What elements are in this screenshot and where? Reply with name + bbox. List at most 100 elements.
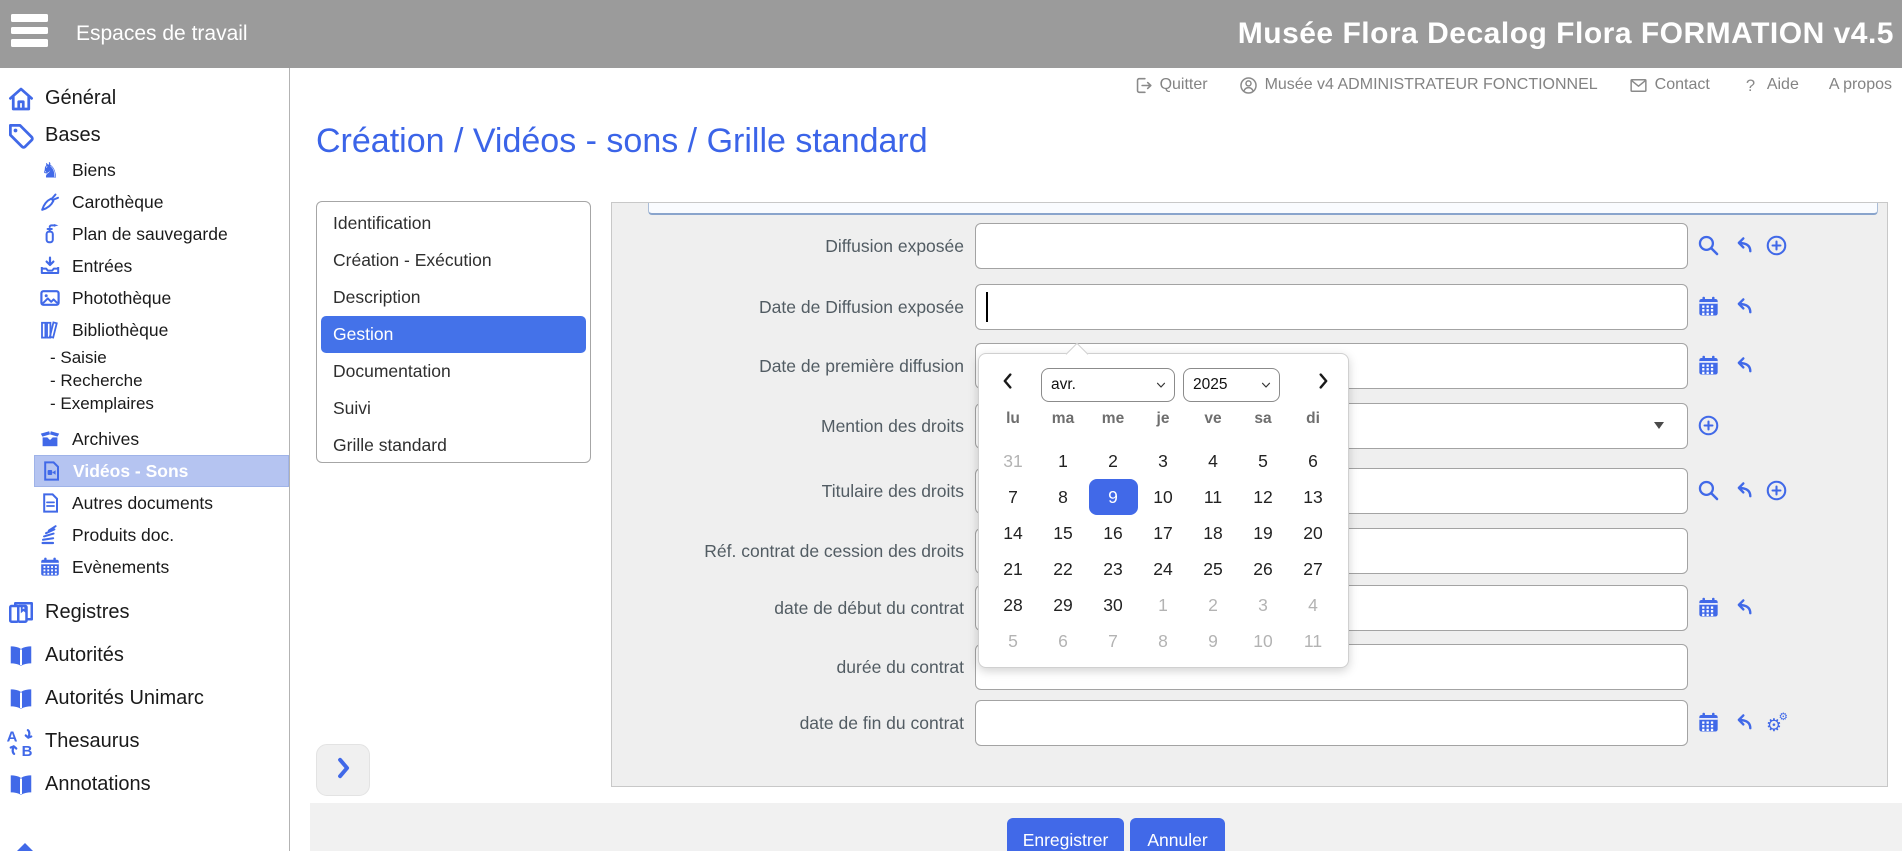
sidebar-item-recherche[interactable]: - Recherche — [50, 369, 289, 392]
day-cell[interactable]: 17 — [1138, 515, 1188, 551]
day-cell[interactable]: 8 — [1138, 623, 1188, 659]
day-cell[interactable]: 1 — [1038, 443, 1088, 479]
year-select[interactable]: 2025 — [1183, 368, 1280, 402]
day-cell[interactable]: 13 — [1288, 479, 1338, 515]
tab-description[interactable]: Description — [317, 279, 590, 316]
tab-suivi[interactable]: Suivi — [317, 390, 590, 427]
day-cell[interactable]: 6 — [1038, 623, 1088, 659]
day-cell[interactable]: 20 — [1288, 515, 1338, 551]
day-cell[interactable]: 2 — [1188, 587, 1238, 623]
undo-icon[interactable] — [1730, 233, 1755, 258]
sidebar-item-autorites-unimarc[interactable]: Autorités Unimarc — [6, 677, 289, 720]
day-cell[interactable]: 11 — [1188, 479, 1238, 515]
tab-documentation[interactable]: Documentation — [317, 353, 590, 390]
sidebar-item-exemplaires[interactable]: - Exemplaires — [50, 392, 289, 415]
sidebar-item-plan-de-sauvegarde[interactable]: Plan de sauvegarde — [34, 218, 289, 250]
month-select[interactable]: avr. — [1041, 368, 1175, 402]
dropdown-caret-icon[interactable] — [1654, 422, 1664, 429]
sidebar-item-entrees[interactable]: Entrées — [34, 250, 289, 282]
selected-day-cell[interactable]: 9 — [1089, 479, 1138, 515]
sidebar-item-thesaurus[interactable]: ABThesaurus — [6, 720, 289, 763]
sidebar-item-saisie[interactable]: - Saisie — [50, 346, 289, 369]
sidebar-item-videos-sons[interactable]: Vidéos - Sons — [34, 455, 289, 487]
previous-month-button[interactable] — [997, 370, 1019, 397]
tab-creation-execution[interactable]: Création - Exécution — [317, 242, 590, 279]
day-cell[interactable]: 16 — [1088, 515, 1138, 551]
hamburger-menu-icon[interactable] — [11, 14, 49, 48]
day-cell[interactable]: 5 — [988, 623, 1038, 659]
sidebar-item-carotheque[interactable]: Carothèque — [34, 186, 289, 218]
workspace-label[interactable]: Espaces de travail — [76, 0, 248, 68]
day-cell[interactable]: 11 — [1288, 623, 1338, 659]
plus-circle-icon[interactable] — [1764, 233, 1789, 258]
date-de-fin-du-contrat-input[interactable] — [975, 700, 1688, 746]
day-cell[interactable]: 18 — [1188, 515, 1238, 551]
day-cell[interactable]: 7 — [1088, 623, 1138, 659]
sidebar-item-archives[interactable]: Archives — [34, 423, 289, 455]
calendar-icon[interactable] — [1696, 353, 1721, 378]
day-cell[interactable]: 5 — [1238, 443, 1288, 479]
day-cell[interactable]: 25 — [1188, 551, 1238, 587]
sidebar-item-general[interactable]: Général — [6, 80, 289, 117]
contact-link[interactable]: Contact — [1628, 75, 1710, 96]
cancel-button[interactable]: Annuler — [1130, 818, 1225, 851]
day-cell[interactable]: 29 — [1038, 587, 1088, 623]
calendar-icon[interactable] — [1696, 710, 1721, 735]
day-cell[interactable]: 10 — [1238, 623, 1288, 659]
undo-icon[interactable] — [1730, 595, 1755, 620]
day-cell[interactable]: 21 — [988, 551, 1038, 587]
day-cell[interactable]: 31 — [988, 443, 1038, 479]
day-cell[interactable]: 1 — [1138, 587, 1188, 623]
undo-icon[interactable] — [1730, 710, 1755, 735]
plus-circle-icon[interactable] — [1696, 413, 1721, 438]
sidebar-item-bases[interactable]: Bases — [6, 117, 289, 154]
undo-icon[interactable] — [1730, 478, 1755, 503]
tab-gestion[interactable]: Gestion — [321, 316, 586, 353]
sidebar-item-autorites[interactable]: Autorités — [6, 634, 289, 677]
aide-link[interactable]: ? Aide — [1740, 75, 1799, 96]
day-cell[interactable]: 19 — [1238, 515, 1288, 551]
tab-identification[interactable]: Identification — [317, 205, 590, 242]
day-cell[interactable]: 14 — [988, 515, 1038, 551]
day-cell[interactable]: 4 — [1188, 443, 1238, 479]
user-menu[interactable]: Musée v4 ADMINISTRATEUR FONCTIONNEL — [1238, 75, 1598, 96]
day-cell[interactable]: 6 — [1288, 443, 1338, 479]
day-cell[interactable]: 10 — [1138, 479, 1188, 515]
day-cell[interactable]: 7 — [988, 479, 1038, 515]
day-cell[interactable]: 12 — [1238, 479, 1288, 515]
a-propos-link[interactable]: A propos — [1829, 76, 1892, 94]
day-cell[interactable]: 22 — [1038, 551, 1088, 587]
next-month-button[interactable] — [1312, 370, 1334, 397]
collapse-panel-button[interactable] — [316, 744, 370, 796]
day-cell[interactable]: 15 — [1038, 515, 1088, 551]
date-de-diffusion-exposee-input[interactable] — [975, 284, 1688, 330]
save-button[interactable]: Enregistrer — [1007, 818, 1124, 851]
gears-icon[interactable]: ⚙⚙ — [1764, 710, 1789, 735]
day-cell[interactable]: 2 — [1088, 443, 1138, 479]
sidebar-item-registres[interactable]: Registres — [6, 591, 289, 634]
sidebar-item-phototheque[interactable]: Photothèque — [34, 282, 289, 314]
calendar-icon[interactable] — [1696, 294, 1721, 319]
sidebar-item-evenements[interactable]: Evènements — [34, 551, 289, 583]
diffusion-exposee-input[interactable] — [975, 223, 1688, 269]
sidebar-item-bibliotheque[interactable]: Bibliothèque — [34, 314, 289, 346]
sidebar-item-autres-documents[interactable]: Autres documents — [34, 487, 289, 519]
undo-icon[interactable] — [1730, 353, 1755, 378]
day-cell[interactable]: 4 — [1288, 587, 1338, 623]
search-icon[interactable] — [1696, 478, 1721, 503]
undo-icon[interactable] — [1730, 294, 1755, 319]
day-cell[interactable]: 9 — [1188, 623, 1238, 659]
day-cell[interactable]: 30 — [1088, 587, 1138, 623]
sidebar-item-biens[interactable]: ♞Biens — [34, 154, 289, 186]
sidebar-item-produits-doc[interactable]: Produits doc. — [34, 519, 289, 551]
day-cell[interactable]: 27 — [1288, 551, 1338, 587]
day-cell[interactable]: 3 — [1138, 443, 1188, 479]
calendar-icon[interactable] — [1696, 595, 1721, 620]
tab-grille-standard[interactable]: Grille standard — [317, 427, 590, 464]
quitter-link[interactable]: Quitter — [1133, 75, 1208, 96]
day-cell[interactable]: 24 — [1138, 551, 1188, 587]
day-cell[interactable]: 28 — [988, 587, 1038, 623]
plus-circle-icon[interactable] — [1764, 478, 1789, 503]
sidebar-item-annotations[interactable]: Annotations — [6, 763, 289, 806]
day-cell[interactable]: 8 — [1038, 479, 1088, 515]
